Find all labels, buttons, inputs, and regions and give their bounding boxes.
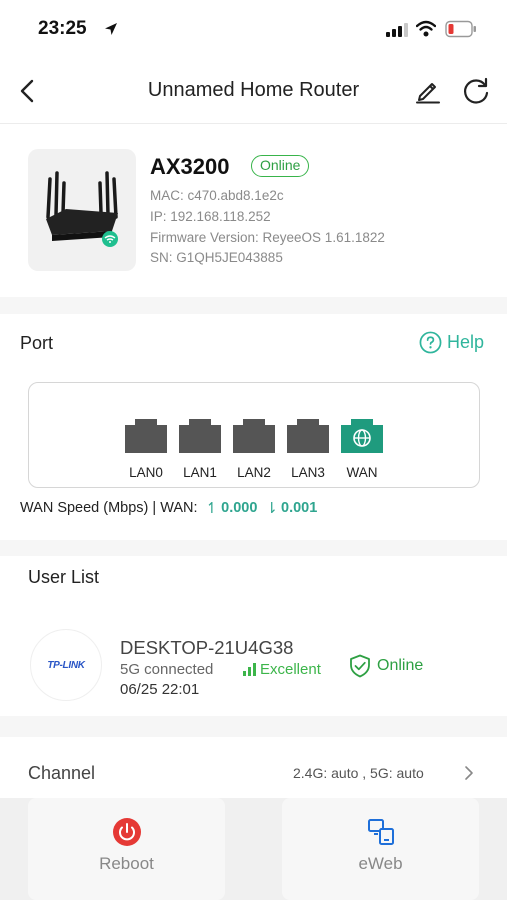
port-label: LAN2 — [237, 465, 271, 480]
router-icon — [46, 171, 118, 247]
port-section-title: Port — [20, 333, 54, 353]
port-lan1[interactable]: LAN1 — [177, 417, 223, 480]
port-card: Port Help LAN0 LAN1 LAN2 LAN3 WAN WAN Sp… — [0, 314, 507, 540]
router-image — [28, 149, 136, 271]
ethernet-port-icon — [287, 419, 329, 453]
device-ip: IP: 192.168.118.252 — [150, 209, 271, 224]
port-lan2[interactable]: LAN2 — [231, 417, 277, 480]
client-logo-text: TP-LINK — [47, 659, 85, 671]
download-speed: 0.001 — [281, 500, 318, 516]
status-time: 23:25 — [38, 18, 87, 39]
wan-speed-label: WAN Speed (Mbps) | WAN: — [20, 500, 198, 516]
device-info-card: AX3200 Online MAC: c470.abd8.1e2c IP: 19… — [0, 124, 507, 297]
ethernet-port-icon — [233, 419, 275, 453]
battery-icon — [445, 20, 476, 38]
upload-arrow-icon: ↿ — [205, 500, 219, 517]
help-label: Help — [447, 332, 485, 352]
client-connection: 5G connected — [120, 661, 214, 678]
device-mac: MAC: c470.abd8.1e2c — [150, 188, 284, 203]
status-bar: 23:25 — [0, 0, 507, 58]
cellular-signal-icon — [386, 23, 408, 37]
client-signal: Excellent — [243, 661, 321, 678]
help-circle-icon — [419, 331, 442, 354]
power-icon — [113, 818, 141, 846]
nav-bar: Unnamed Home Router — [0, 58, 507, 124]
eweb-button[interactable]: eWeb — [282, 798, 479, 900]
port-panel: LAN0 LAN1 LAN2 LAN3 WAN — [28, 382, 480, 488]
signal-strength-icon — [243, 663, 256, 676]
user-list-title: User List — [28, 567, 100, 587]
status-badge: Online — [251, 155, 310, 177]
wan-globe-port-icon — [341, 419, 383, 453]
download-arrow-icon: ⇂ — [265, 500, 278, 517]
signal-label: Excellent — [260, 661, 321, 678]
device-firmware: Firmware Version: ReyeeOS 1.61.1822 — [150, 230, 385, 245]
eweb-devices-icon — [368, 819, 394, 845]
upload-speed: 0.000 — [221, 500, 258, 516]
port-lan0[interactable]: LAN0 — [123, 417, 169, 480]
ethernet-port-icon — [125, 419, 167, 453]
shield-check-icon — [350, 654, 370, 678]
port-label: LAN0 — [129, 465, 163, 480]
client-name[interactable]: DESKTOP-21U4G38 — [120, 637, 293, 659]
reboot-button[interactable]: Reboot — [28, 798, 225, 900]
location-arrow-icon — [105, 23, 117, 35]
device-sn: SN: G1QH5JE043885 — [150, 250, 283, 265]
eweb-label: eWeb — [358, 854, 403, 873]
client-avatar: TP-LINK — [30, 629, 102, 701]
port-wan[interactable]: WAN — [339, 417, 385, 480]
user-list-card: User List TP-LINK DESKTOP-21U4G38 5G con… — [0, 556, 507, 716]
reboot-label: Reboot — [99, 854, 154, 873]
channel-label: Channel — [28, 763, 96, 783]
wifi-icon — [416, 20, 436, 37]
channel-value: 2.4G: auto , 5G: auto — [293, 765, 424, 781]
wan-speed: WAN Speed (Mbps) | WAN: ↿ 0.000 ⇂ 0.001 — [20, 499, 317, 517]
chevron-right-icon — [465, 766, 473, 780]
help-link[interactable]: Help — [419, 331, 484, 354]
client-status: Online — [349, 654, 423, 678]
channel-row[interactable]: Channel 2.4G: auto , 5G: auto — [0, 737, 507, 800]
client-time: 06/25 22:01 — [120, 681, 200, 698]
refresh-icon[interactable] — [461, 76, 491, 106]
port-lan3[interactable]: LAN3 — [285, 417, 331, 480]
ethernet-port-icon — [179, 419, 221, 453]
port-label: WAN — [346, 465, 378, 480]
device-model: AX3200 — [150, 154, 230, 179]
port-label: LAN1 — [183, 465, 217, 480]
client-status-label: Online — [377, 657, 424, 674]
bottom-action-bar: Reboot eWeb — [0, 798, 507, 900]
edit-pencil-icon[interactable] — [414, 76, 442, 104]
port-label: LAN3 — [291, 465, 325, 480]
